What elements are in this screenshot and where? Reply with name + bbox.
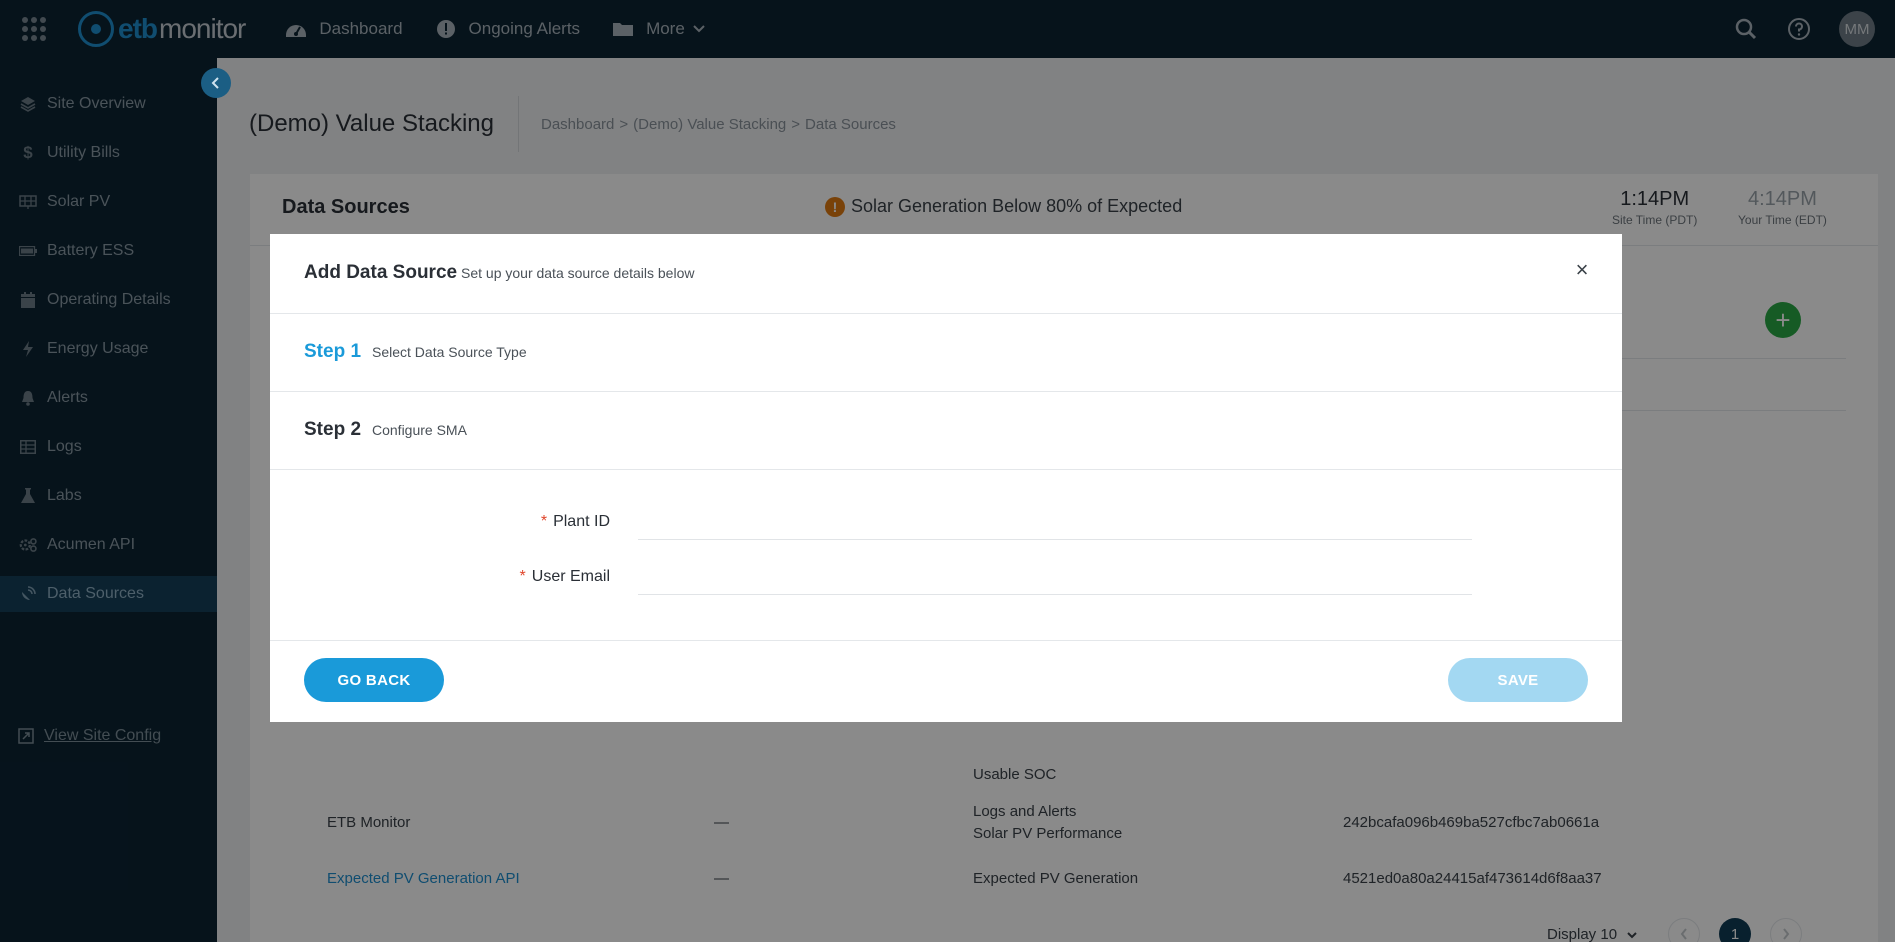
step-1[interactable]: Step 1 Select Data Source Type — [270, 314, 1622, 392]
step-2-number: Step 2 — [304, 419, 362, 440]
step-1-description: Select Data Source Type — [372, 344, 527, 360]
add-data-source-modal: Add Data Source Set up your data source … — [270, 234, 1622, 722]
modal-subtitle: Set up your data source details below — [461, 265, 695, 281]
plant-id-label-text: Plant ID — [553, 513, 610, 530]
user-email-label: * User Email — [514, 568, 610, 586]
chevron-left-icon — [211, 77, 219, 89]
sidebar-collapse-button[interactable] — [201, 68, 231, 98]
modal-title: Add Data Source — [304, 262, 458, 283]
plant-id-label: * Plant ID — [536, 513, 610, 531]
step-2: Step 2 Configure SMA — [270, 392, 1622, 470]
user-email-label-text: User Email — [531, 568, 610, 585]
close-icon[interactable]: × — [1572, 257, 1592, 282]
required-mark: * — [540, 513, 548, 530]
modal-footer: GO BACK SAVE — [270, 640, 1622, 722]
save-button[interactable]: SAVE — [1448, 658, 1588, 702]
plant-id-input[interactable] — [638, 504, 1472, 540]
go-back-button[interactable]: GO BACK — [304, 658, 444, 702]
required-mark: * — [519, 568, 526, 585]
step-2-description: Configure SMA — [372, 422, 467, 438]
step-1-number: Step 1 — [304, 341, 362, 362]
modal-header: Add Data Source Set up your data source … — [270, 234, 1622, 314]
user-email-input[interactable] — [638, 559, 1472, 595]
